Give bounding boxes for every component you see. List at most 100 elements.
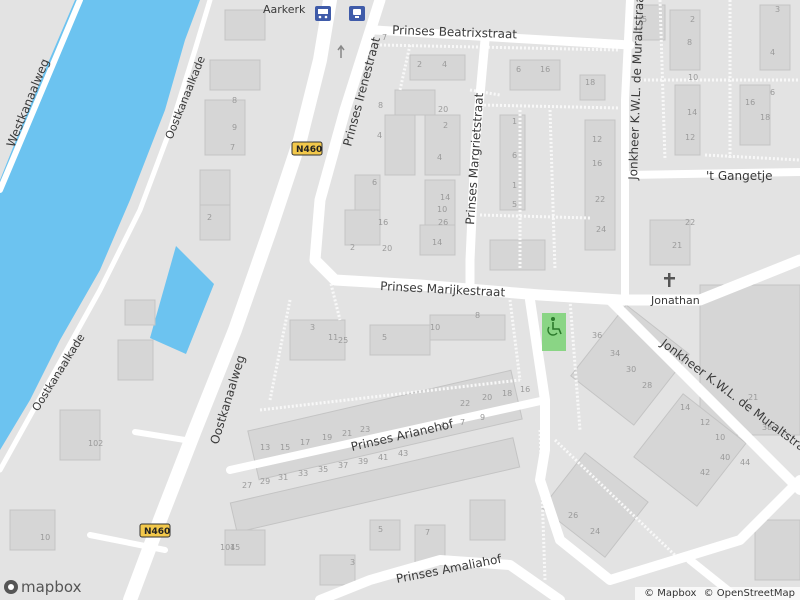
house-number-label: 14 [432,238,442,247]
house-number-label: 5 [382,333,387,342]
map-attribution: © Mapbox © OpenStreetMap [635,587,800,600]
house-number-label: 13 [260,443,270,452]
house-number-label: 3 [350,558,355,567]
house-number-label: 5 [512,200,517,209]
house-number-label: 43 [398,449,408,458]
house-number-label: 20 [438,105,448,114]
house-number-label: 6 [372,178,377,187]
house-number-label: 8 [475,311,480,320]
house-number-label: 16 [592,159,602,168]
house-number-label: 29 [260,477,270,486]
attribution-osm-link[interactable]: © OpenStreetMap [704,588,795,599]
label-prinses-margrietstraat: Prinses Margrietstraat [463,92,486,225]
house-number-label: 14 [440,193,450,202]
house-number-label: 40 [720,453,730,462]
house-number-label: 12 [685,133,695,142]
house-number-label: 10 [437,205,447,214]
label-prinses-beatrixstraat: Prinses Beatrixstraat [392,23,518,41]
house-number-label: 31 [278,473,288,482]
house-number-label: 14 [687,108,697,117]
house-number-label: 30 [626,365,636,374]
house-number-label: 26 [438,218,448,227]
house-number-label: 14 [680,403,690,412]
house-number-label: 41 [378,453,388,462]
house-number-label: 16 [520,385,530,394]
attribution-mapbox-link[interactable]: © Mapbox [644,588,696,599]
house-number-label: 22 [595,195,605,204]
map-canvas[interactable]: 9 7 2 8 4 6 8 10 14 16 2 1 4 16 12 6 22 20 24 26 2 1 5 20 18 16 14… [0,0,800,600]
house-number-label: 18 [585,78,595,87]
label-gangetje: 't Gangetje [706,169,773,183]
house-number-label: 42 [700,468,710,477]
poi-aarkerk[interactable]: Aarkerk [263,3,306,16]
road-shield-bottom: N460 [139,523,171,538]
mapbox-logo[interactable]: mapbox [4,578,81,596]
house-number-label: 5 [378,525,383,534]
house-number-label: 10 [688,73,698,82]
house-number-label: 25 [338,336,348,345]
mapbox-logo-icon [4,580,18,594]
house-number-label: 7 [425,528,430,537]
house-number-label: 7 [382,33,387,42]
house-number-label: 9 [232,123,237,132]
road-shield-bottom-text: N460 [144,527,170,537]
house-number-label: 21 [342,429,352,438]
house-number-label: 2 [350,243,355,252]
house-number-label: 10 [715,433,725,442]
house-number-label: 20 [482,393,492,402]
house-number-label: 3 [310,323,315,332]
pond-water [150,246,214,354]
train-icon[interactable] [349,6,365,21]
house-number-label: 3 [775,5,780,14]
house-number-label: 10 [40,533,50,542]
house-number-label: 22 [685,218,695,227]
house-number-label: 6 [516,65,521,74]
house-number-label: 21 [672,241,682,250]
house-number-label: 23 [360,425,370,434]
house-number-label: 16 [540,65,550,74]
house-number-label: 37 [338,461,348,470]
house-number-label: 35 [318,465,328,474]
house-number-label: 6 [770,88,775,97]
house-number-label: 1 [512,117,517,126]
house-number-label: 8 [232,96,237,105]
mapbox-logo-text: mapbox [21,578,82,596]
house-number-label: 24 [590,527,600,536]
house-number-label: 7 [230,143,235,152]
house-number-label: 4 [377,131,382,140]
map-svg: 97284681014162 14161262220242621520181614… [0,0,800,600]
house-number-label: 28 [642,381,652,390]
house-number-label: 11 [328,333,338,342]
poi-jonathan[interactable]: Jonathan [650,273,700,307]
house-number-label: 12 [592,135,602,144]
label-prinses-marijkestraat: Prinses Marijkestraat [380,279,506,300]
canal-water [0,0,200,450]
bus-icon[interactable] [315,6,331,21]
house-number-label: 16 [378,218,388,227]
house-number-label: 8 [687,38,692,47]
house-number-label: 9 [480,413,485,422]
house-number-label: 22 [460,399,470,408]
house-number-label: 7 [460,418,465,427]
road-shield-top-text: N460 [296,145,322,155]
arrow-up-icon [337,44,345,58]
house-number-label: 20 [382,244,392,253]
house-number-label: 104 [220,543,235,552]
house-number-label: 39 [358,457,368,466]
house-number-label: 2 [690,15,695,24]
church-cross-icon [664,273,675,287]
house-number-label: 10 [430,323,440,332]
house-number-label: 18 [502,389,512,398]
house-number-label: 26 [568,511,578,520]
house-number-label: 15 [280,443,290,452]
house-number-label: 102 [88,439,103,448]
house-number-label: 27 [242,481,252,490]
house-number-label: 18 [760,113,770,122]
house-number-label: 2 [443,121,448,130]
poi-jonathan-label: Jonathan [650,294,700,307]
house-number-label: 6 [512,151,517,160]
house-number-label: 2 [417,60,422,69]
house-number-label: 33 [298,469,308,478]
house-number-label: 17 [300,438,310,447]
house-number-label: 19 [322,433,332,442]
